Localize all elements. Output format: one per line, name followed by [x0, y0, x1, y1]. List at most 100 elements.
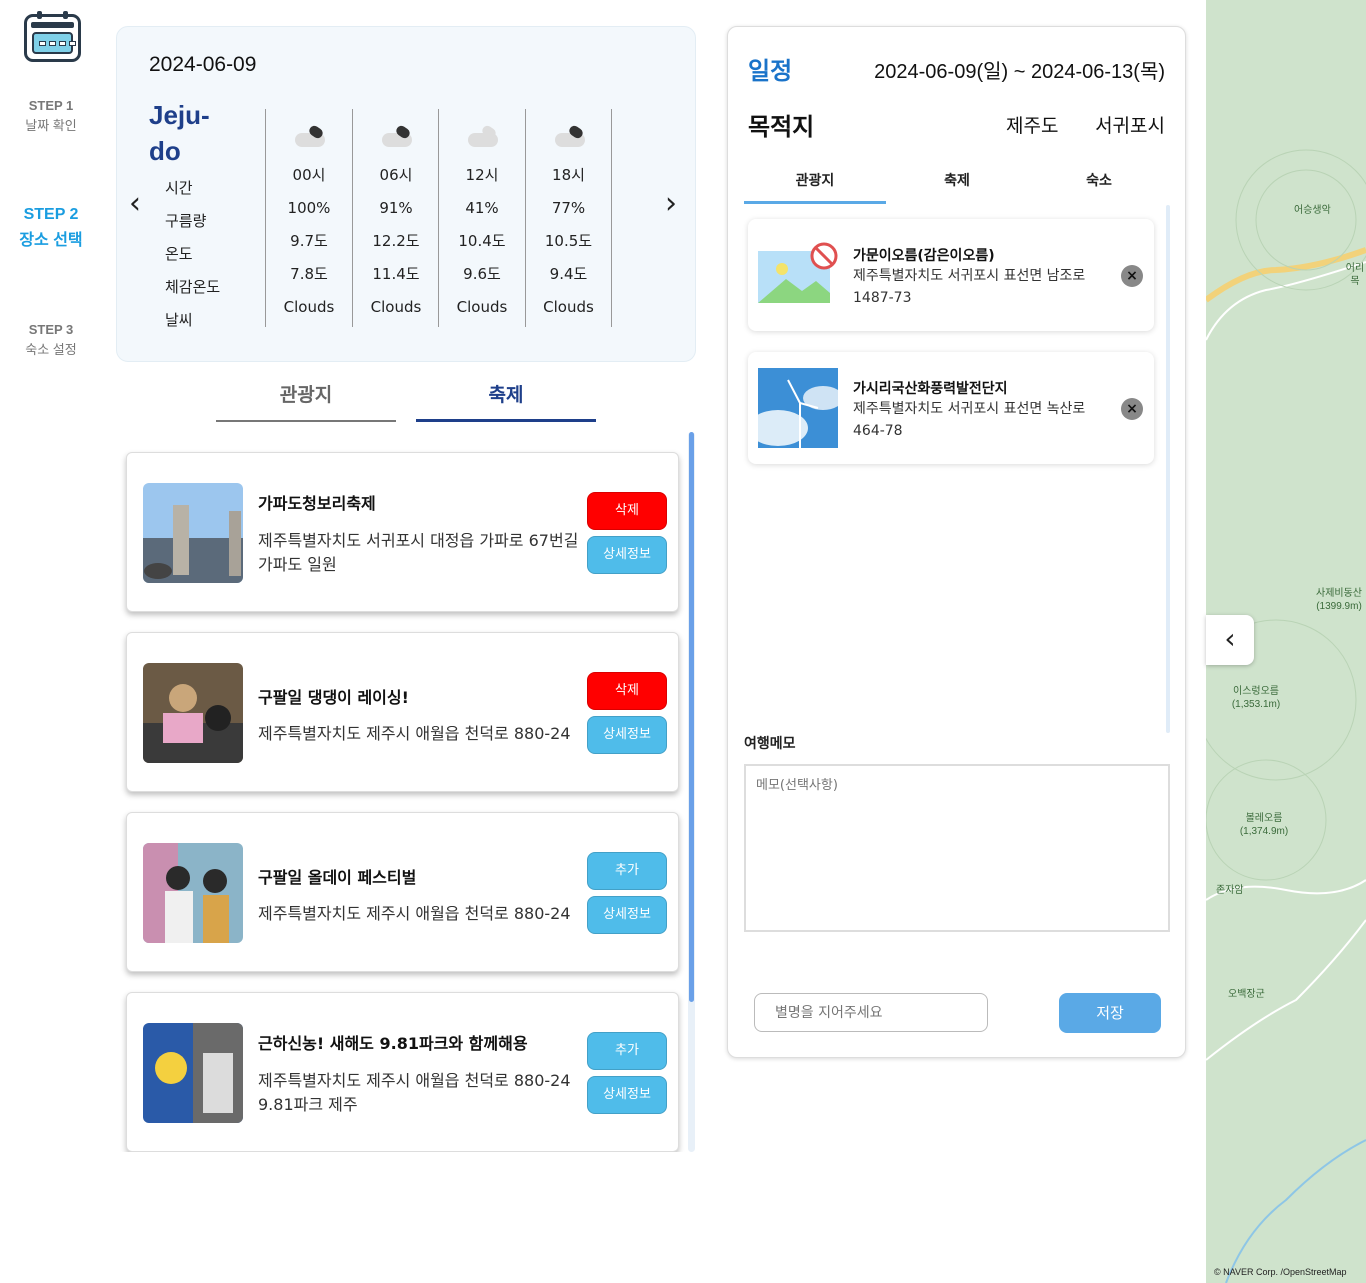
- festival-address: 제주특별자치도 제주시 애월읍 천덕로 880-24: [258, 904, 571, 923]
- destination-label: 목적지: [748, 114, 815, 141]
- forecast-feels: 11.4도: [372, 265, 420, 283]
- schedule-label: 일정: [748, 58, 793, 85]
- weather-date: 2024-06-09: [149, 53, 257, 76]
- selected-address: 제주특별자치도 서귀포시 표선면 남조로 1487-73: [853, 268, 1086, 306]
- map-label: 존자암: [1216, 885, 1244, 896]
- category-tabs: 관광지 축제: [216, 380, 596, 424]
- detail-button[interactable]: 상세정보: [587, 1076, 667, 1114]
- forecast-column: 18시 77% 10.5도 9.4도 Clouds: [525, 109, 612, 327]
- forecast-feels: 7.8도: [290, 265, 328, 283]
- selected-item: 가시리국산화풍력발전단지 제주특별자치도 서귀포시 표선면 녹산로 464-78…: [748, 352, 1154, 464]
- chevron-left-icon[interactable]: ‹: [1206, 615, 1254, 665]
- festival-thumbnail[interactable]: [143, 843, 243, 943]
- weather-city: Jeju-do: [149, 100, 210, 166]
- festival-title: 가파도청보리축제: [258, 494, 376, 513]
- calendar-logo-icon[interactable]: [24, 11, 81, 62]
- tab-festivals[interactable]: 축제: [416, 380, 596, 422]
- festival-address: 제주특별자치도 서귀포시 대정읍 가파로 67번길 가파도 일원: [258, 531, 579, 574]
- step-number: STEP 2: [23, 206, 79, 223]
- forecast-column: 12시 41% 10.4도 9.6도 Clouds: [438, 109, 525, 327]
- forecast-cloud: 41%: [465, 199, 499, 217]
- map-label: 볼레오름 (1,374.9m): [1239, 813, 1289, 837]
- plan-tab-festivals[interactable]: 축제: [886, 167, 1028, 204]
- forecast-temp: 10.5도: [544, 232, 593, 250]
- row-label: 날씨: [165, 311, 193, 329]
- dark-cloud-icon: [289, 123, 329, 159]
- festival-thumbnail[interactable]: [143, 483, 243, 583]
- forecast-column: 00시 100% 9.7도 7.8도 Clouds: [265, 109, 352, 327]
- festival-thumbnail[interactable]: [143, 663, 243, 763]
- destination-city: 서귀포시: [1095, 116, 1165, 137]
- forecast-cloud: 100%: [287, 199, 331, 217]
- plan-tab-attractions[interactable]: 관광지: [744, 167, 886, 204]
- step-label: 날짜 확인: [25, 118, 77, 133]
- forecast-feels: 9.6도: [463, 265, 501, 283]
- map-label: 오백장군: [1228, 989, 1265, 1000]
- destination-province: 제주도: [1006, 116, 1059, 137]
- selected-title: 가시리국산화풍력발전단지: [853, 381, 1008, 397]
- plan-tabs: 관광지 축제 숙소: [744, 167, 1171, 205]
- close-icon[interactable]: ×: [1121, 265, 1143, 287]
- step-label: 숙소 설정: [25, 342, 77, 357]
- list-item: 구팔일 올데이 페스티벌 제주특별자치도 제주시 애월읍 천덕로 880-24 …: [126, 812, 679, 972]
- detail-button[interactable]: 상세정보: [587, 716, 667, 754]
- map-label: 어승생악: [1294, 205, 1331, 216]
- remove-button[interactable]: 삭제: [587, 492, 667, 530]
- memo-label: 여행메모: [744, 736, 796, 752]
- map-label: 어리목: [1345, 263, 1365, 287]
- dark-cloud-icon: [549, 123, 589, 159]
- no-image-icon: [758, 235, 838, 315]
- row-label: 체감온도: [165, 278, 221, 296]
- selected-thumbnail: [758, 368, 838, 448]
- selected-title: 가문이오름(감은이오름): [853, 248, 995, 264]
- forecast-temp: 9.7도: [290, 232, 328, 250]
- step-number: STEP 1: [28, 98, 74, 113]
- light-cloud-icon: [462, 123, 502, 159]
- selected-address: 제주특별자치도 서귀포시 표선면 녹산로 464-78: [853, 401, 1086, 439]
- forecast-time: 18시: [552, 166, 585, 184]
- festival-address: 제주특별자치도 제주시 애월읍 천덕로 880-24: [258, 724, 571, 743]
- add-button[interactable]: 추가: [587, 852, 667, 890]
- forecast-desc: Clouds: [456, 298, 508, 316]
- save-button[interactable]: 저장: [1059, 993, 1161, 1033]
- forecast-desc: Clouds: [543, 298, 594, 316]
- step-2-nav[interactable]: STEP 2 장소 선택: [0, 206, 102, 250]
- chevron-left-icon[interactable]: ‹: [129, 189, 141, 219]
- plan-tab-lodging[interactable]: 숙소: [1028, 167, 1170, 204]
- dark-cloud-icon: [376, 123, 416, 159]
- map-label: 사제비동산 (1399.9m): [1316, 588, 1362, 612]
- detail-button[interactable]: 상세정보: [587, 536, 667, 574]
- festival-title: 구팔일 댕댕이 레이싱!: [258, 688, 409, 707]
- nickname-input[interactable]: [754, 993, 988, 1032]
- remove-button[interactable]: 삭제: [587, 672, 667, 710]
- tab-attractions[interactable]: 관광지: [216, 380, 396, 422]
- step-1-nav[interactable]: STEP 1 날짜 확인: [0, 98, 102, 134]
- map-copyright: © NAVER Corp. /OpenStreetMap: [1214, 1267, 1347, 1277]
- forecast-time: 12시: [465, 166, 499, 184]
- forecast-desc: Clouds: [283, 298, 335, 316]
- list-scrollbar[interactable]: [688, 432, 695, 1152]
- map-label: 이스렁오름 (1,353.1m): [1231, 686, 1281, 710]
- chevron-right-icon[interactable]: ›: [665, 189, 677, 219]
- add-button[interactable]: 추가: [587, 1032, 667, 1070]
- forecast-column: 06시 91% 12.2도 11.4도 Clouds: [352, 109, 439, 327]
- memo-textarea[interactable]: [744, 764, 1170, 932]
- step-number: STEP 3: [28, 322, 74, 337]
- step-label: 장소 선택: [19, 232, 83, 249]
- forecast-cloud: 91%: [379, 199, 413, 217]
- row-label: 온도: [165, 245, 193, 263]
- forecast-feels: 9.4도: [549, 265, 588, 283]
- festival-thumbnail[interactable]: [143, 1023, 243, 1123]
- schedule-range: 2024-06-09(일) ~ 2024-06-13(목): [874, 61, 1165, 83]
- forecast-temp: 10.4도: [458, 232, 506, 250]
- step-3-nav[interactable]: STEP 3 숙소 설정: [0, 322, 102, 358]
- festival-title: 근하신농! 새해도 9.81파크와 함께해용: [258, 1034, 528, 1053]
- list-item: 근하신농! 새해도 9.81파크와 함께해용 제주특별자치도 제주시 애월읍 천…: [126, 992, 679, 1152]
- close-icon[interactable]: ×: [1121, 398, 1143, 420]
- festival-list: 가파도청보리축제 제주특별자치도 서귀포시 대정읍 가파로 67번길 가파도 일…: [116, 440, 696, 1152]
- detail-button[interactable]: 상세정보: [587, 896, 667, 934]
- row-label: 구름량: [165, 212, 207, 230]
- weather-row-labels: 시간 구름량 온도 체감온도 날씨: [165, 177, 220, 342]
- plan-scrollbar[interactable]: [1166, 205, 1170, 733]
- festival-title: 구팔일 올데이 페스티벌: [258, 868, 417, 887]
